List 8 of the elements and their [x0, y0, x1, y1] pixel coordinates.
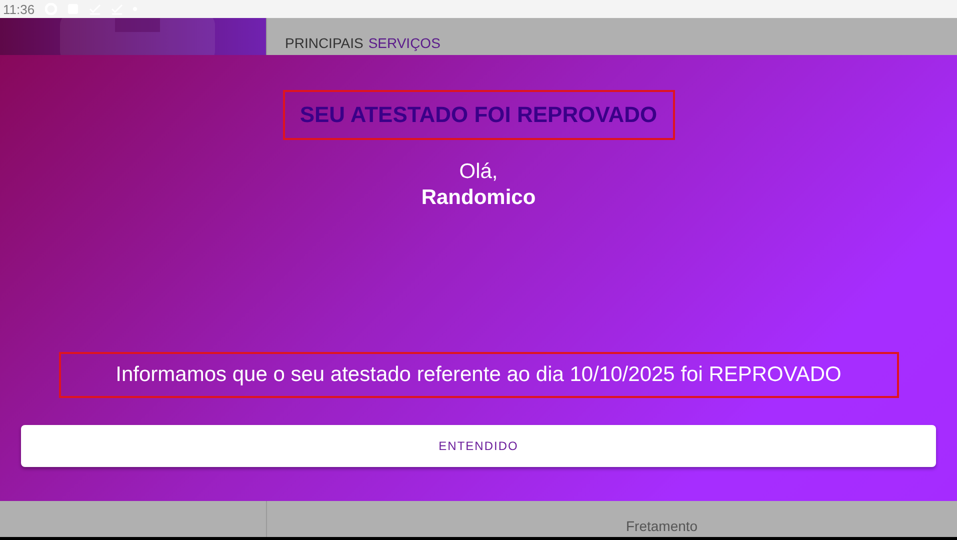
status-time: 11:36 — [3, 2, 35, 16]
section-title: PRINCIPAIS — [285, 35, 364, 51]
confirm-button[interactable]: ENTENDIDO — [21, 425, 936, 467]
section-title-highlight: SERVIÇOS — [368, 35, 440, 51]
user-name: Randomico — [421, 186, 536, 210]
dialog-message: Informamos que o seu atestado referente ao dia 10/10/2025 foi REPROVADO — [116, 363, 842, 387]
dialog-title: SEU ATESTADO FOI REPROVADO — [300, 102, 658, 128]
greeting-text: Olá, — [459, 160, 498, 184]
